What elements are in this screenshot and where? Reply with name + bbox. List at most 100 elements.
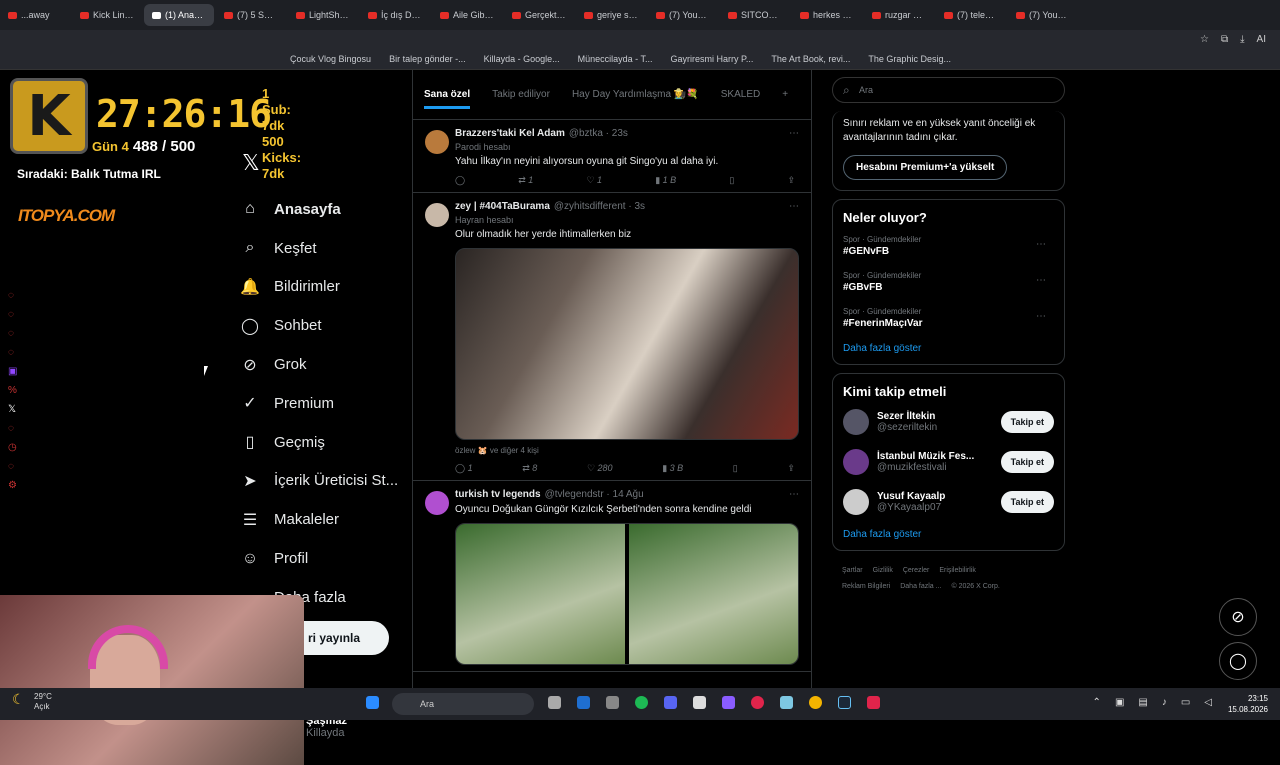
avatar[interactable] [843, 449, 869, 475]
footer-link[interactable]: © 2026 X Corp. [951, 583, 999, 590]
like-icon[interactable]: ♡ 280 [587, 463, 613, 474]
author-name[interactable]: turkish tv legends [455, 489, 541, 500]
avatar[interactable] [843, 489, 869, 515]
nav-item-7[interactable]: ▯ Geçmiş [240, 423, 410, 462]
trend-item[interactable]: Spor · Gündemdekiler #GENvFB ⋯ [843, 235, 1054, 257]
browser-tab[interactable]: herkes bir a [792, 4, 862, 26]
nav-item-9[interactable]: ☰ Makaleler [240, 500, 410, 539]
browser-tab[interactable]: ruzgar nere [864, 4, 934, 26]
clock-icon[interactable]: ◷ [8, 442, 17, 453]
browser-tab[interactable]: Aile Gibi Bir [432, 4, 502, 26]
bookmark-item[interactable]: Bir talep gönder -... [389, 54, 466, 64]
premium-upgrade-button[interactable]: Hesabını Premium+'a yükselt [843, 155, 1008, 180]
network-icon[interactable]: ▭ [1181, 697, 1190, 708]
app-icon[interactable] [693, 696, 706, 709]
volume-icon[interactable]: ◁ [1204, 697, 1212, 708]
tweet-image[interactable] [629, 524, 798, 664]
nav-item-4[interactable]: ◯ Sohbet [240, 306, 410, 345]
browser-tab[interactable]: ...away [0, 4, 70, 26]
discord-icon[interactable] [664, 696, 677, 709]
windows-start-icon[interactable] [366, 696, 379, 709]
views-icon[interactable]: ▮ 3 B [662, 463, 683, 474]
x-logo-icon[interactable]: 𝕏 [242, 150, 410, 180]
tweet-images[interactable] [455, 523, 799, 665]
browser-tab[interactable]: (7) 5 Saniye [216, 4, 286, 26]
taskbar-search[interactable]: Ara [392, 693, 534, 715]
timeline-tab[interactable]: Takip ediliyor [492, 89, 550, 100]
browser-tab[interactable]: SITCOM EV [720, 4, 790, 26]
nav-item-8[interactable]: ➤ İçerik Üreticisi St... [240, 462, 410, 501]
bookmark-icon[interactable]: ▯ [733, 463, 738, 474]
nav-item-1[interactable]: ⌂ Anasayfa [240, 190, 410, 229]
sidebar-icon[interactable]: ◌ [8, 290, 17, 301]
nav-item-2[interactable]: ⌕ Keşfet [240, 229, 410, 268]
folder-icon[interactable]: ▤ [1138, 697, 1147, 708]
file-explorer-icon[interactable] [548, 696, 561, 709]
steam-icon[interactable] [838, 696, 851, 709]
bookmark-icon[interactable]: ▯ [729, 175, 734, 186]
spotify-icon[interactable] [635, 696, 648, 709]
timeline-tab[interactable]: Sana özel [424, 89, 471, 109]
follow-suggestion[interactable]: İstanbul Müzik Fes... @muzikfestivali Taki… [843, 449, 1054, 475]
footer-link[interactable]: Gizlilik [873, 567, 893, 574]
bookmark-item[interactable]: Killayda - Google... [484, 54, 560, 64]
browser-tab[interactable]: geriye sade [576, 4, 646, 26]
tweet[interactable]: Brazzers'taki Kel Adam @bztka · 23s ⋯ Paro… [413, 120, 811, 193]
sidebar-icon[interactable]: ◌ [8, 347, 17, 358]
share-icon[interactable]: ⇪ [787, 463, 795, 474]
follow-button[interactable]: Takip et [1000, 451, 1054, 473]
system-clock[interactable]: 23:15 15.08.2026 [1228, 693, 1268, 715]
footer-link[interactable]: Reklam Bilgileri [842, 583, 890, 590]
retweet-icon[interactable]: ⇄ 1 [518, 175, 533, 186]
more-icon[interactable]: ⋯ [1036, 275, 1046, 286]
sidebar-icon[interactable]: ◌ [8, 309, 17, 320]
app-icon[interactable] [722, 696, 735, 709]
show-more-link[interactable]: Daha fazla göster [843, 529, 1054, 540]
mic-icon[interactable]: ♪ [1162, 697, 1167, 708]
browser-tab[interactable]: İç dış DUVA [360, 4, 430, 26]
footer-link[interactable]: Çerezler [903, 567, 929, 574]
add-tab-icon[interactable]: + [782, 89, 788, 100]
reply-icon[interactable]: ◯ 1 [455, 463, 473, 474]
weather-widget[interactable]: 29°CAçık [12, 692, 52, 712]
footer-link[interactable]: Şartlar [842, 567, 863, 574]
trend-item[interactable]: Spor · Gündemdekiler #GBvFB ⋯ [843, 271, 1054, 293]
opera-icon[interactable] [751, 696, 764, 709]
sidebar-icon[interactable]: ◌ [8, 423, 17, 434]
browser-tab[interactable]: (7) televole [936, 4, 1006, 26]
bookmark-item[interactable]: The Art Book, revi... [771, 54, 850, 64]
show-more-link[interactable]: Daha fazla göster [843, 343, 1054, 354]
more-icon[interactable]: ⋯ [789, 201, 799, 212]
footer-link[interactable]: Erişilebilirlik [939, 567, 976, 574]
avatar[interactable] [843, 409, 869, 435]
app-icon[interactable] [606, 696, 619, 709]
sidebar-icon[interactable]: ◌ [8, 328, 17, 339]
footer-link[interactable]: Daha fazla ... [900, 583, 941, 590]
x-sidebar-icon[interactable]: 𝕏 [8, 404, 17, 415]
chrome-icon[interactable] [809, 696, 822, 709]
bookmark-item[interactable]: The Graphic Desig... [868, 54, 951, 64]
follow-suggestion[interactable]: Sezer İltekin @sezeriltekin Takip et [843, 409, 1054, 435]
timeline-tab[interactable]: Hay Day Yardımlaşma 👩‍🌾💐 [572, 89, 699, 100]
twitch-icon[interactable]: ▣ [8, 366, 17, 377]
trend-item[interactable]: Spor · Gündemdekiler #FenerinMaçıVar ⋯ [843, 307, 1054, 329]
more-icon[interactable]: ⋯ [789, 128, 799, 139]
tweet-image[interactable] [455, 248, 799, 440]
browser-tab[interactable]: Kick Link Cr [72, 4, 142, 26]
author-name[interactable]: Brazzers'taki Kel Adam [455, 128, 565, 139]
browser-tab[interactable]: LightShot la [288, 4, 358, 26]
share-icon[interactable]: ⇪ [787, 175, 795, 186]
tweet[interactable]: turkish tv legends @tvlegendstr · 14 Ağu ⋯… [413, 481, 811, 672]
download-icon[interactable]: ⤓ [1240, 34, 1244, 45]
follow-suggestion[interactable]: Yusuf Kayaalp @YKayaalp07 Takip et [843, 489, 1054, 515]
outlook-icon[interactable] [577, 696, 590, 709]
messages-fab-icon[interactable]: ◯ [1219, 642, 1257, 680]
follow-button[interactable]: Takip et [1000, 411, 1054, 433]
app-icon[interactable] [867, 696, 880, 709]
browser-tab[interactable]: (7) YouTube [1008, 4, 1078, 26]
more-icon[interactable]: ⋯ [789, 489, 799, 500]
nav-item-3[interactable]: 🔔 Bildirimler [240, 268, 410, 307]
retweet-icon[interactable]: ⇄ 8 [522, 463, 537, 474]
bookmark-item[interactable]: Çocuk Vlog Bingosu [290, 54, 371, 64]
more-icon[interactable]: ⋯ [1036, 239, 1046, 250]
